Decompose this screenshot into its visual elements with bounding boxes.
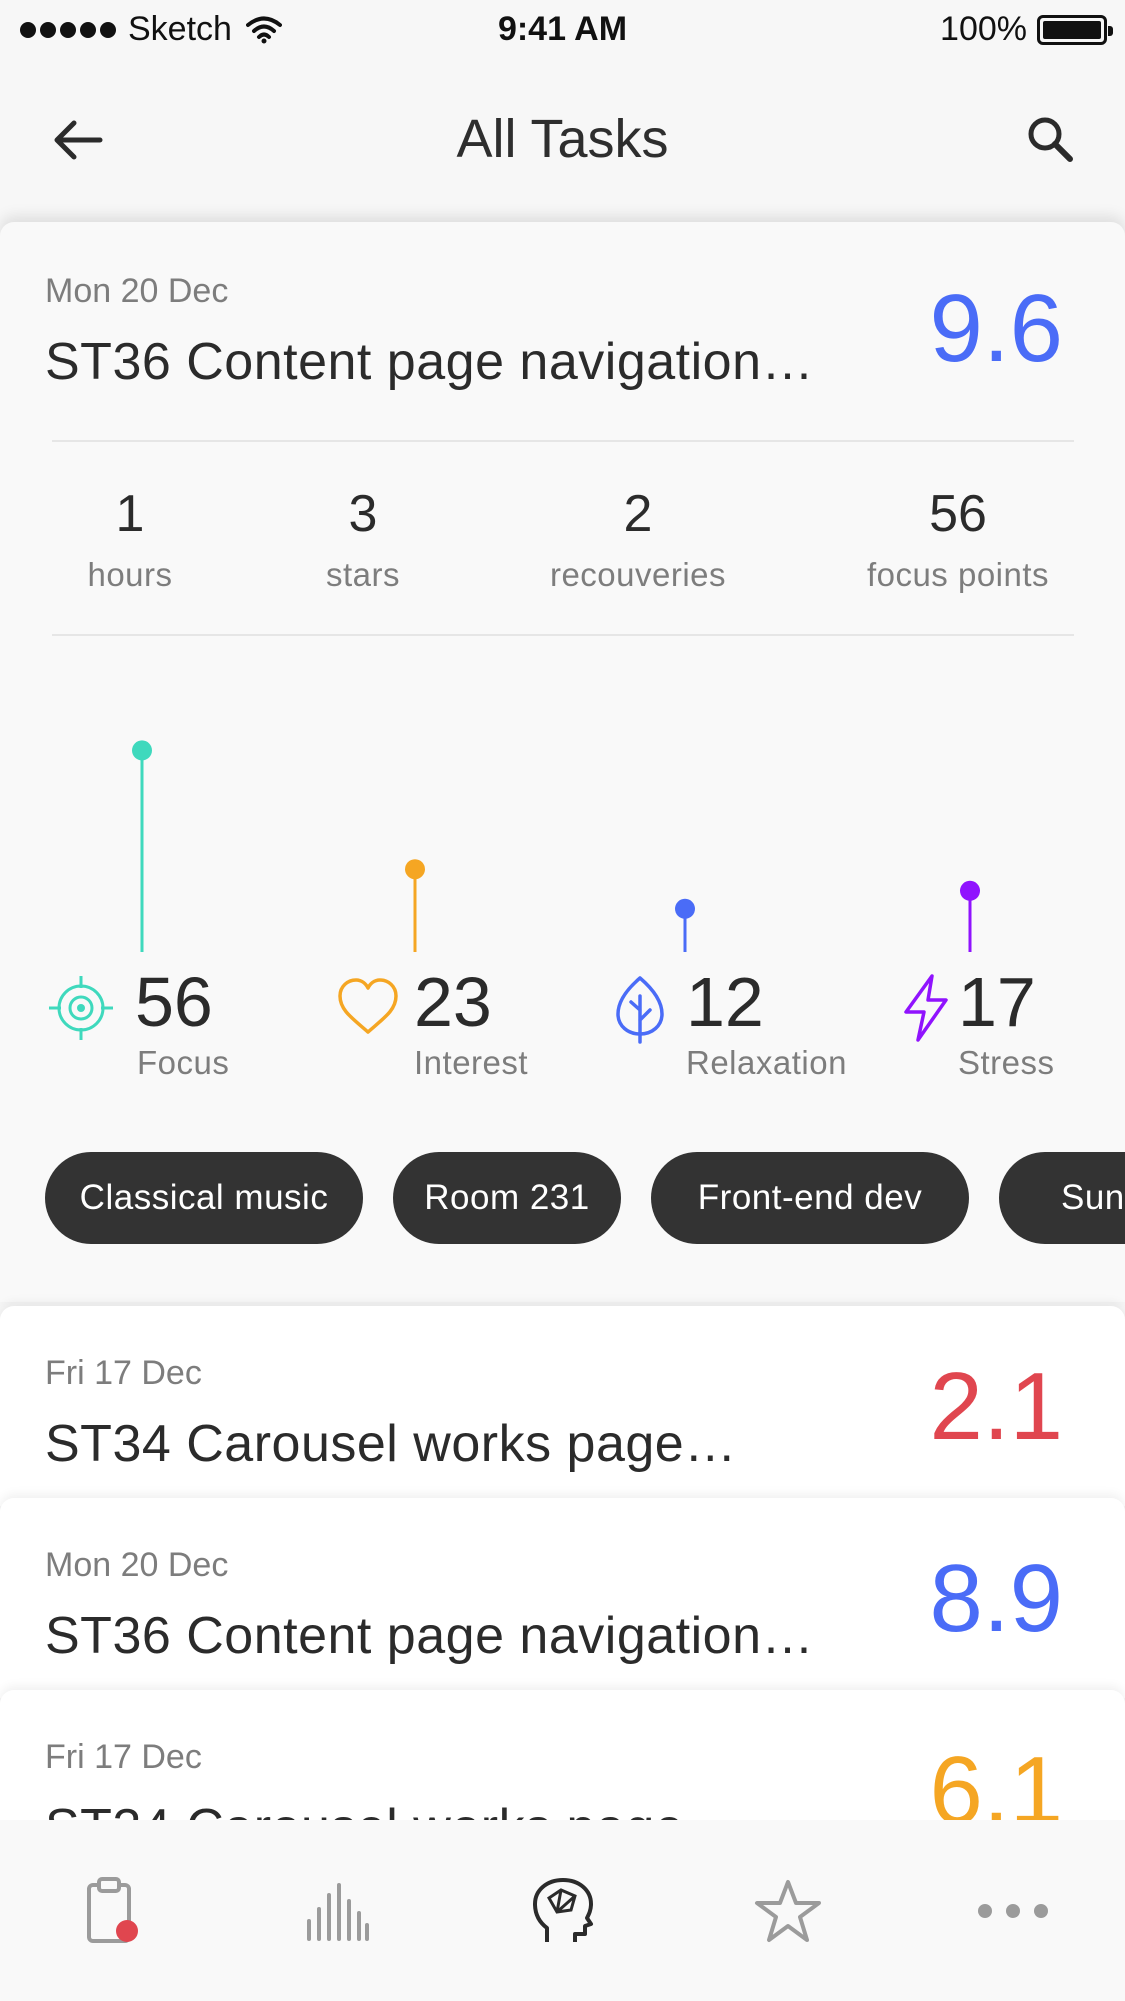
task-list-item[interactable]: Fri 17 Dec ST34 Carousel works page… 6.1 (0, 1690, 1125, 1820)
status-right: 100% (940, 10, 1113, 49)
task-score: 6.1 (929, 1737, 1063, 1820)
selected-task-card[interactable]: Mon 20 Dec ST36 Content page navigation…… (0, 222, 1125, 1302)
metric-value: 12 (686, 963, 764, 1041)
chart-point-focus (132, 740, 152, 761)
stat-label: hours (87, 556, 173, 593)
metric-label: Interest (414, 1044, 529, 1081)
target-icon (49, 976, 113, 1040)
divider (52, 440, 1074, 442)
metric-label: Stress (958, 1044, 1055, 1081)
metric-label: Relaxation (686, 1044, 847, 1081)
tag-label: Room 231 (424, 1178, 590, 1217)
task-date: Mon 20 Dec (45, 272, 229, 310)
star-icon (754, 1879, 821, 1942)
status-bar: Sketch 9:41 AM 100% (0, 0, 1125, 60)
tag-label: Front-end dev (697, 1178, 923, 1217)
battery-percent: 100% (940, 10, 1027, 48)
lightning-icon (904, 974, 948, 1042)
stat-value: 56 (929, 485, 987, 543)
search-icon (1028, 117, 1073, 162)
search-button[interactable] (1015, 104, 1085, 174)
task-date: Mon 20 Dec (45, 1546, 229, 1584)
tag-chip[interactable]: Sun (999, 1152, 1125, 1244)
tab-more[interactable] (900, 1820, 1125, 2001)
task-date: Fri 17 Dec (45, 1738, 202, 1776)
metric-value: 56 (135, 963, 213, 1041)
task-title: ST34 Carousel works page… (45, 1798, 737, 1820)
task-date: Fri 17 Dec (45, 1354, 202, 1392)
tag-label: Sun (1061, 1178, 1125, 1217)
tag-chip[interactable]: Room 231 (393, 1152, 621, 1244)
tab-stats[interactable] (225, 1820, 450, 2001)
task-score: 9.6 (929, 275, 1063, 382)
task-title: ST36 Content page navigation… (45, 333, 815, 391)
stat-focus-points: 56 focus points (848, 484, 1068, 594)
tab-tasks[interactable] (0, 1820, 225, 2001)
heart-icon (338, 978, 398, 1034)
tab-bar (0, 1820, 1125, 2001)
chart-point-stress (960, 880, 980, 901)
chart-point-interest (405, 859, 425, 880)
task-list-item[interactable]: Mon 20 Dec ST36 Content page navigation…… (0, 1498, 1125, 1698)
tag-chip[interactable]: Classical music (45, 1152, 363, 1244)
task-title: ST36 Content page navigation… (45, 1607, 815, 1665)
tag-chip[interactable]: Front-end dev (651, 1152, 969, 1244)
metric-value: 17 (958, 963, 1036, 1041)
stat-value: 3 (348, 485, 378, 543)
brain-icon (532, 1877, 593, 1942)
page-title: All Tasks (456, 109, 669, 169)
tab-brain[interactable] (450, 1820, 675, 2001)
stat-label: focus points (866, 556, 1050, 593)
task-list-item[interactable]: Fri 17 Dec ST34 Carousel works page… 2.1 (0, 1306, 1125, 1506)
task-score: 2.1 (929, 1353, 1063, 1460)
metric-label: Focus (137, 1044, 230, 1081)
stat-label: recouveries (549, 556, 727, 593)
tag-list: Classical music Room 231 Front-end dev S… (45, 1152, 1125, 1244)
clipboard-icon (86, 1876, 138, 1943)
stat-label: stars (325, 556, 400, 593)
task-title: ST34 Carousel works page… (45, 1415, 737, 1473)
nav-bar: All Tasks (0, 80, 1125, 200)
divider (52, 634, 1074, 636)
more-icon (977, 1903, 1048, 1918)
battery-icon (1037, 14, 1113, 45)
leaf-icon (616, 976, 664, 1044)
chart-point-relaxation (675, 898, 695, 919)
stat-hours: 1 hours (60, 484, 200, 594)
stat-stars: 3 stars (293, 484, 433, 594)
tag-label: Classical music (79, 1178, 329, 1217)
task-score: 8.9 (929, 1545, 1063, 1652)
tab-favorites[interactable] (675, 1820, 900, 2001)
stat-recoveries: 2 recouveries (528, 484, 748, 594)
metric-value: 23 (414, 963, 492, 1041)
stat-value: 2 (623, 485, 653, 543)
stats-icon (306, 1882, 369, 1941)
stat-value: 1 (115, 485, 145, 543)
